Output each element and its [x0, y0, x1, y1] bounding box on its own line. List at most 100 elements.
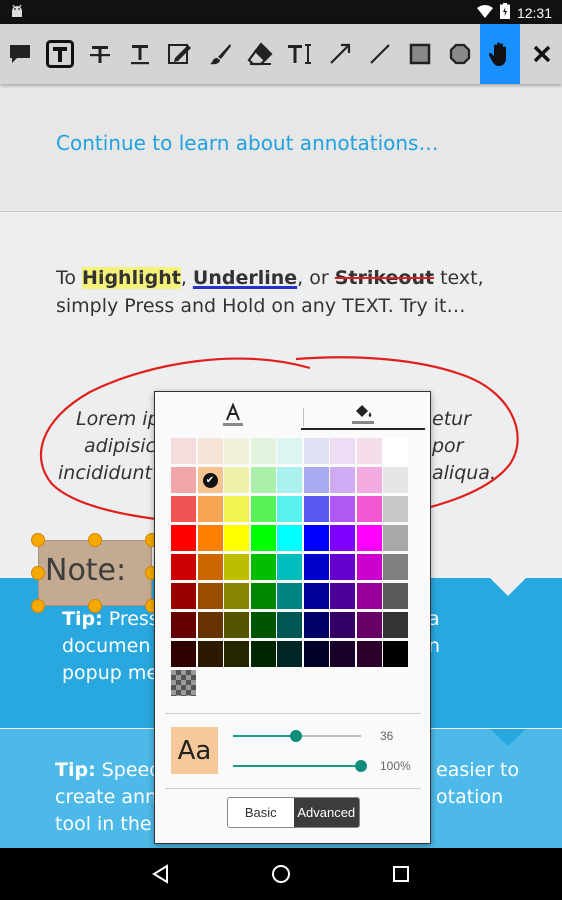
tab-fill-color[interactable] [301, 400, 425, 430]
color-swatch[interactable] [250, 496, 276, 522]
color-swatch[interactable] [277, 554, 302, 580]
back-icon[interactable] [150, 863, 172, 889]
resize-handle[interactable] [88, 533, 102, 547]
eraser-icon[interactable] [240, 24, 280, 84]
color-swatch[interactable] [330, 612, 355, 638]
color-swatch[interactable] [330, 554, 355, 580]
color-swatch[interactable] [356, 612, 382, 638]
color-swatch[interactable] [303, 525, 329, 551]
rectangle-icon[interactable] [400, 24, 440, 84]
pan-hand-icon[interactable] [480, 24, 520, 84]
color-swatch[interactable] [171, 583, 196, 609]
color-swatch[interactable] [277, 467, 302, 493]
close-icon[interactable] [522, 24, 562, 84]
color-swatch[interactable] [303, 554, 329, 580]
color-swatch[interactable] [277, 612, 302, 638]
color-swatch[interactable] [277, 496, 302, 522]
color-swatch[interactable] [303, 496, 329, 522]
color-swatch[interactable] [303, 583, 329, 609]
color-swatch[interactable] [250, 554, 276, 580]
color-swatch[interactable] [356, 525, 382, 551]
arrow-icon[interactable] [320, 24, 360, 84]
signature-icon[interactable] [160, 24, 200, 84]
color-swatch[interactable] [356, 554, 382, 580]
color-swatch[interactable] [171, 554, 196, 580]
color-swatch[interactable] [277, 641, 302, 667]
text-insert-icon[interactable] [280, 24, 320, 84]
polygon-icon[interactable] [440, 24, 480, 84]
color-swatch[interactable] [330, 496, 355, 522]
color-swatch[interactable] [383, 525, 408, 551]
color-swatch[interactable]: ✔ [197, 467, 223, 493]
advanced-mode-button[interactable]: Advanced [293, 798, 359, 827]
color-swatch[interactable] [250, 438, 276, 464]
color-swatch[interactable] [250, 641, 276, 667]
text-box-icon[interactable] [40, 24, 80, 84]
color-swatch[interactable] [303, 467, 329, 493]
resize-handle[interactable] [31, 566, 45, 580]
color-swatch[interactable] [197, 525, 223, 551]
color-swatch[interactable] [330, 525, 355, 551]
transparent-icon[interactable] [171, 670, 196, 696]
color-swatch[interactable] [250, 467, 276, 493]
color-swatch[interactable] [277, 525, 302, 551]
color-swatch[interactable] [224, 612, 249, 638]
color-swatch[interactable] [330, 467, 355, 493]
resize-handle[interactable] [88, 599, 102, 613]
color-swatch[interactable] [224, 496, 249, 522]
color-swatch[interactable] [171, 612, 196, 638]
basic-mode-button[interactable]: Basic [228, 798, 294, 827]
color-swatch[interactable] [224, 641, 249, 667]
color-swatch[interactable] [383, 641, 408, 667]
color-swatch[interactable] [383, 612, 408, 638]
resize-handle[interactable] [31, 533, 45, 547]
home-icon[interactable] [270, 863, 292, 889]
tab-text-color[interactable] [165, 400, 300, 430]
color-swatch[interactable] [303, 612, 329, 638]
color-swatch[interactable] [356, 438, 382, 464]
color-swatch[interactable] [383, 583, 408, 609]
resize-handle[interactable] [31, 599, 45, 613]
color-swatch[interactable] [224, 554, 249, 580]
color-swatch[interactable] [250, 583, 276, 609]
color-swatch[interactable] [197, 438, 223, 464]
color-swatch[interactable] [197, 641, 223, 667]
color-swatch[interactable] [224, 467, 249, 493]
note-icon[interactable] [0, 24, 40, 84]
color-swatch[interactable] [197, 554, 223, 580]
color-swatch[interactable] [383, 438, 408, 464]
color-swatch[interactable] [356, 496, 382, 522]
color-swatch[interactable] [171, 438, 196, 464]
thickness-slider[interactable] [233, 726, 361, 746]
color-swatch[interactable] [383, 467, 408, 493]
color-swatch[interactable] [303, 641, 329, 667]
color-swatch[interactable] [383, 554, 408, 580]
color-swatch[interactable] [277, 583, 302, 609]
color-swatch[interactable] [383, 496, 408, 522]
color-swatch[interactable] [197, 583, 223, 609]
color-swatch[interactable] [197, 496, 223, 522]
color-swatch[interactable] [250, 612, 276, 638]
color-swatch[interactable] [330, 438, 355, 464]
color-swatch[interactable] [224, 438, 249, 464]
color-swatch[interactable] [356, 641, 382, 667]
color-swatch[interactable] [303, 438, 329, 464]
slider-knob[interactable] [290, 730, 302, 742]
slider-knob[interactable] [355, 760, 367, 772]
color-swatch[interactable] [356, 467, 382, 493]
color-swatch[interactable] [330, 641, 355, 667]
color-swatch[interactable] [171, 467, 196, 493]
note-annotation[interactable]: Note: [38, 540, 152, 606]
color-swatch[interactable] [250, 525, 276, 551]
color-swatch[interactable] [224, 583, 249, 609]
strikethrough-icon[interactable] [80, 24, 120, 84]
color-swatch[interactable] [277, 438, 302, 464]
color-swatch[interactable] [330, 583, 355, 609]
color-swatch[interactable] [356, 583, 382, 609]
color-swatch[interactable] [224, 525, 249, 551]
line-icon[interactable] [360, 24, 400, 84]
recents-icon[interactable] [390, 863, 412, 889]
color-swatch[interactable] [171, 496, 196, 522]
color-swatch[interactable] [197, 612, 223, 638]
opacity-slider[interactable] [233, 756, 367, 776]
